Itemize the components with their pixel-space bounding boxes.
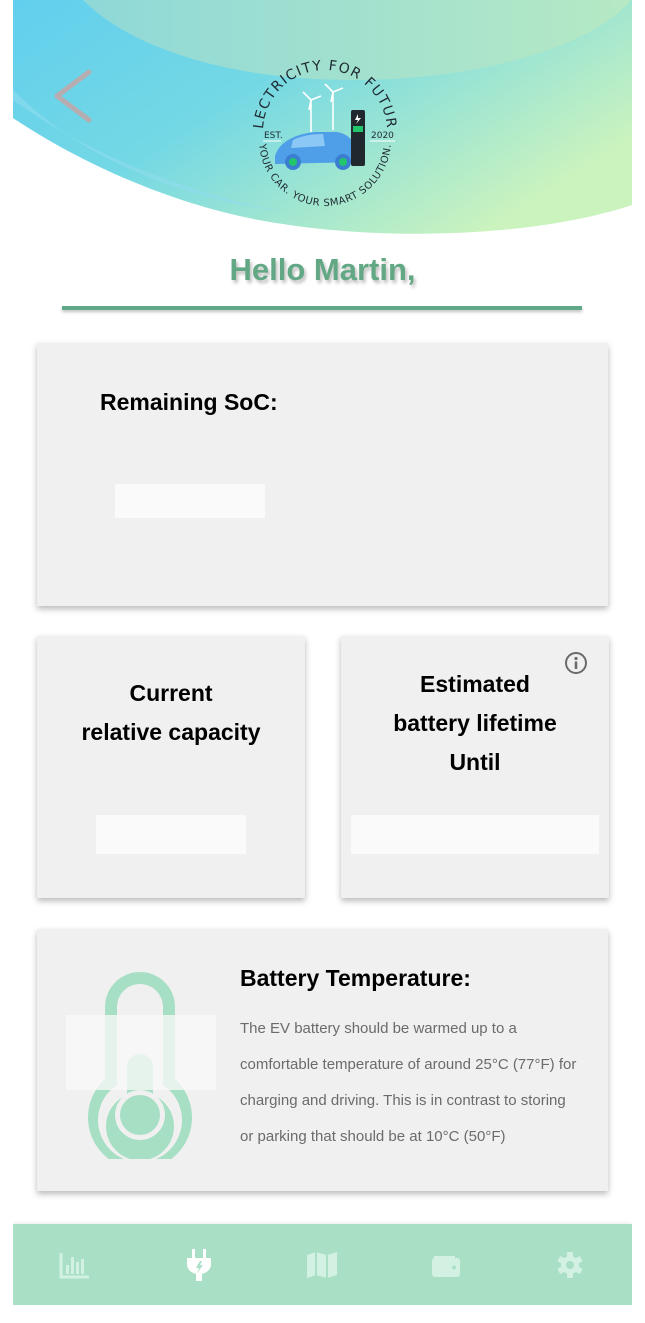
- temperature-value: [66, 1015, 216, 1090]
- nav-map[interactable]: [302, 1245, 342, 1285]
- brand-logo: ELECTRICITY FOR FUTURE YOUR CAR. YOUR SM…: [245, 52, 399, 209]
- bottom-navigation: [13, 1224, 632, 1305]
- battery-lifetime-title-line3: Until: [449, 749, 501, 775]
- battery-temperature-card: Battery Temperature: The EV battery shou…: [37, 929, 608, 1191]
- nav-charging[interactable]: [179, 1245, 219, 1285]
- nav-wallet[interactable]: [426, 1245, 466, 1285]
- nav-settings[interactable]: [550, 1245, 590, 1285]
- battery-lifetime-title-line2: battery lifetime: [393, 710, 557, 736]
- remaining-soc-value: [115, 484, 265, 518]
- greeting-divider: [62, 306, 582, 310]
- battery-lifetime-card: Estimated battery lifetime Until: [341, 636, 609, 898]
- remaining-soc-card: Remaining SoC:: [37, 343, 608, 606]
- relative-capacity-card: Current relative capacity: [37, 636, 305, 898]
- app-screen: ELECTRICITY FOR FUTURE YOUR CAR. YOUR SM…: [13, 0, 632, 1305]
- battery-temperature-title: Battery Temperature:: [240, 965, 471, 991]
- remaining-soc-title: Remaining SoC:: [100, 389, 278, 415]
- bar-chart-icon: [59, 1252, 89, 1278]
- battery-lifetime-title: Estimated battery lifetime Until: [341, 665, 609, 782]
- battery-temperature-description: The EV battery should be warmed up to a …: [240, 1020, 577, 1145]
- gear-icon: [557, 1251, 583, 1278]
- nav-statistics[interactable]: [55, 1245, 95, 1285]
- svg-text:2020: 2020: [371, 131, 394, 141]
- relative-capacity-value: [96, 815, 246, 854]
- back-button[interactable]: [49, 66, 99, 126]
- relative-capacity-title: Current relative capacity: [37, 674, 305, 752]
- chevron-left-icon: [54, 69, 92, 123]
- battery-lifetime-value: [351, 815, 599, 854]
- map-icon: [307, 1251, 338, 1278]
- wallet-icon: [432, 1255, 461, 1277]
- svg-text:EST.: EST.: [264, 131, 283, 141]
- greeting-title: Hello Martin,: [229, 252, 416, 287]
- svg-text:ELECTRICITY FOR FUTURE: ELECTRICITY FOR FUTURE: [245, 52, 399, 130]
- plug-icon: [186, 1248, 211, 1281]
- relative-capacity-title-line1: Current: [129, 680, 213, 706]
- battery-lifetime-title-line1: Estimated: [420, 671, 530, 697]
- header: ELECTRICITY FOR FUTURE YOUR CAR. YOUR SM…: [13, 0, 632, 235]
- relative-capacity-title-line2: relative capacity: [81, 719, 261, 745]
